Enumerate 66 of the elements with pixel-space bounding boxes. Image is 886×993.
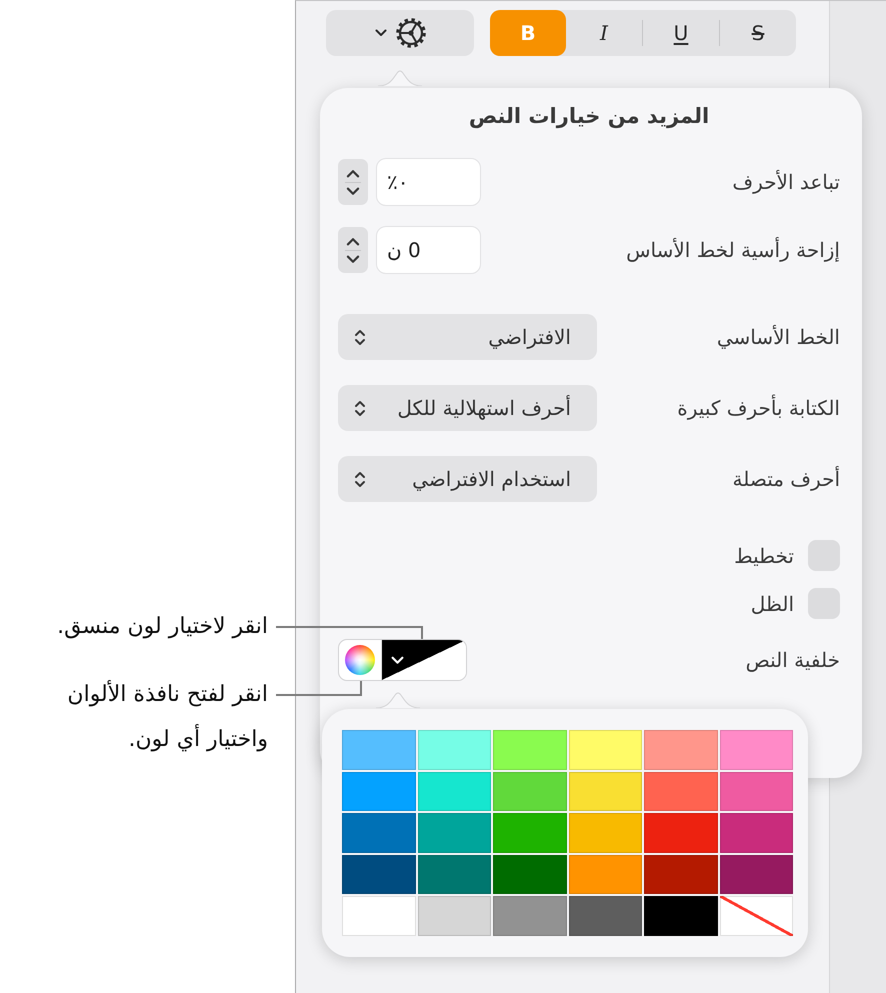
- color-swatch[interactable]: [720, 854, 793, 894]
- underline-button[interactable]: U: [643, 10, 719, 56]
- option-label: الخط الأساسي: [716, 324, 840, 351]
- popup-button[interactable]: أحرف استهلالية للكل: [338, 385, 597, 431]
- color-swatch[interactable]: [418, 730, 491, 770]
- color-swatch[interactable]: [342, 730, 416, 770]
- color-swatch[interactable]: [418, 813, 491, 852]
- color-wheel-icon: [345, 645, 375, 675]
- checkbox[interactable]: [808, 540, 840, 571]
- popover-title: المزيد من خيارات النص: [468, 103, 710, 130]
- color-swatch[interactable]: [493, 730, 566, 770]
- stepper-control[interactable]: [338, 159, 368, 205]
- checkbox-label: الظل: [750, 590, 794, 618]
- up-down-chevron-icon: [354, 470, 366, 488]
- color-swatch[interactable]: [568, 813, 642, 852]
- checkbox-label: تخطيط: [734, 542, 794, 570]
- color-swatch[interactable]: [493, 896, 566, 936]
- color-swatch[interactable]: [418, 854, 491, 894]
- option-label: الكتابة بأحرف كبيرة: [677, 394, 840, 422]
- color-swatch[interactable]: [493, 854, 566, 894]
- color-swatch[interactable]: [493, 772, 566, 811]
- color-swatch[interactable]: [720, 813, 793, 852]
- value-field[interactable]: ٠٪: [376, 158, 481, 206]
- chevron-down-icon: [391, 656, 404, 664]
- color-swatch[interactable]: [644, 772, 718, 811]
- color-swatch[interactable]: [568, 896, 642, 936]
- color-swatch[interactable]: [720, 730, 793, 770]
- color-swatch[interactable]: [342, 854, 416, 894]
- gear-menu-button[interactable]: [326, 10, 474, 56]
- color-swatch[interactable]: [644, 854, 718, 894]
- up-down-chevron-icon: [354, 398, 366, 418]
- color-swatch[interactable]: [493, 813, 566, 852]
- popup-button[interactable]: استخدام الافتراضي: [338, 456, 597, 502]
- color-swatch[interactable]: [720, 772, 793, 811]
- checkbox[interactable]: [808, 588, 840, 619]
- color-swatch[interactable]: [568, 854, 642, 894]
- color-swatch[interactable]: [568, 730, 642, 770]
- color-swatch[interactable]: [342, 896, 416, 936]
- callout-text: انقر لاختيار لون منسق.: [57, 613, 268, 641]
- color-swatch[interactable]: [342, 772, 416, 811]
- stepper-control[interactable]: [338, 227, 368, 273]
- color-swatch[interactable]: [644, 730, 718, 770]
- callout-text: انقر لفتح نافذة الألوان واختيار أي لون.: [67, 679, 268, 754]
- italic-button[interactable]: I: [566, 10, 642, 56]
- popup-button[interactable]: الافتراضي: [338, 314, 597, 360]
- color-swatch[interactable]: [418, 772, 491, 811]
- up-down-chevron-icon: [354, 328, 366, 346]
- no-color-swatch[interactable]: [720, 896, 793, 936]
- color-swatch[interactable]: [644, 813, 718, 852]
- option-label: أحرف متصلة: [732, 465, 840, 493]
- chevron-down-icon: [346, 186, 360, 196]
- option-label: خلفية النص: [746, 647, 840, 674]
- option-label: تباعد الأحرف: [732, 168, 840, 196]
- color-swatch[interactable]: [568, 772, 642, 811]
- chevron-up-icon: [346, 168, 360, 178]
- color-swatch[interactable]: [342, 813, 416, 852]
- option-label: إزاحة رأسية لخط الأساس: [626, 236, 840, 264]
- gear-icon: [396, 18, 426, 48]
- color-swatch[interactable]: [644, 896, 718, 936]
- value-field[interactable]: 0 ن: [376, 226, 481, 274]
- chevron-down-icon: [374, 29, 386, 37]
- color-swatch[interactable]: [418, 896, 491, 936]
- strikethrough-button[interactable]: S: [720, 10, 796, 56]
- chevron-down-icon: [346, 254, 360, 264]
- color-preset-button[interactable]: [382, 640, 466, 680]
- chevron-up-icon: [346, 236, 360, 246]
